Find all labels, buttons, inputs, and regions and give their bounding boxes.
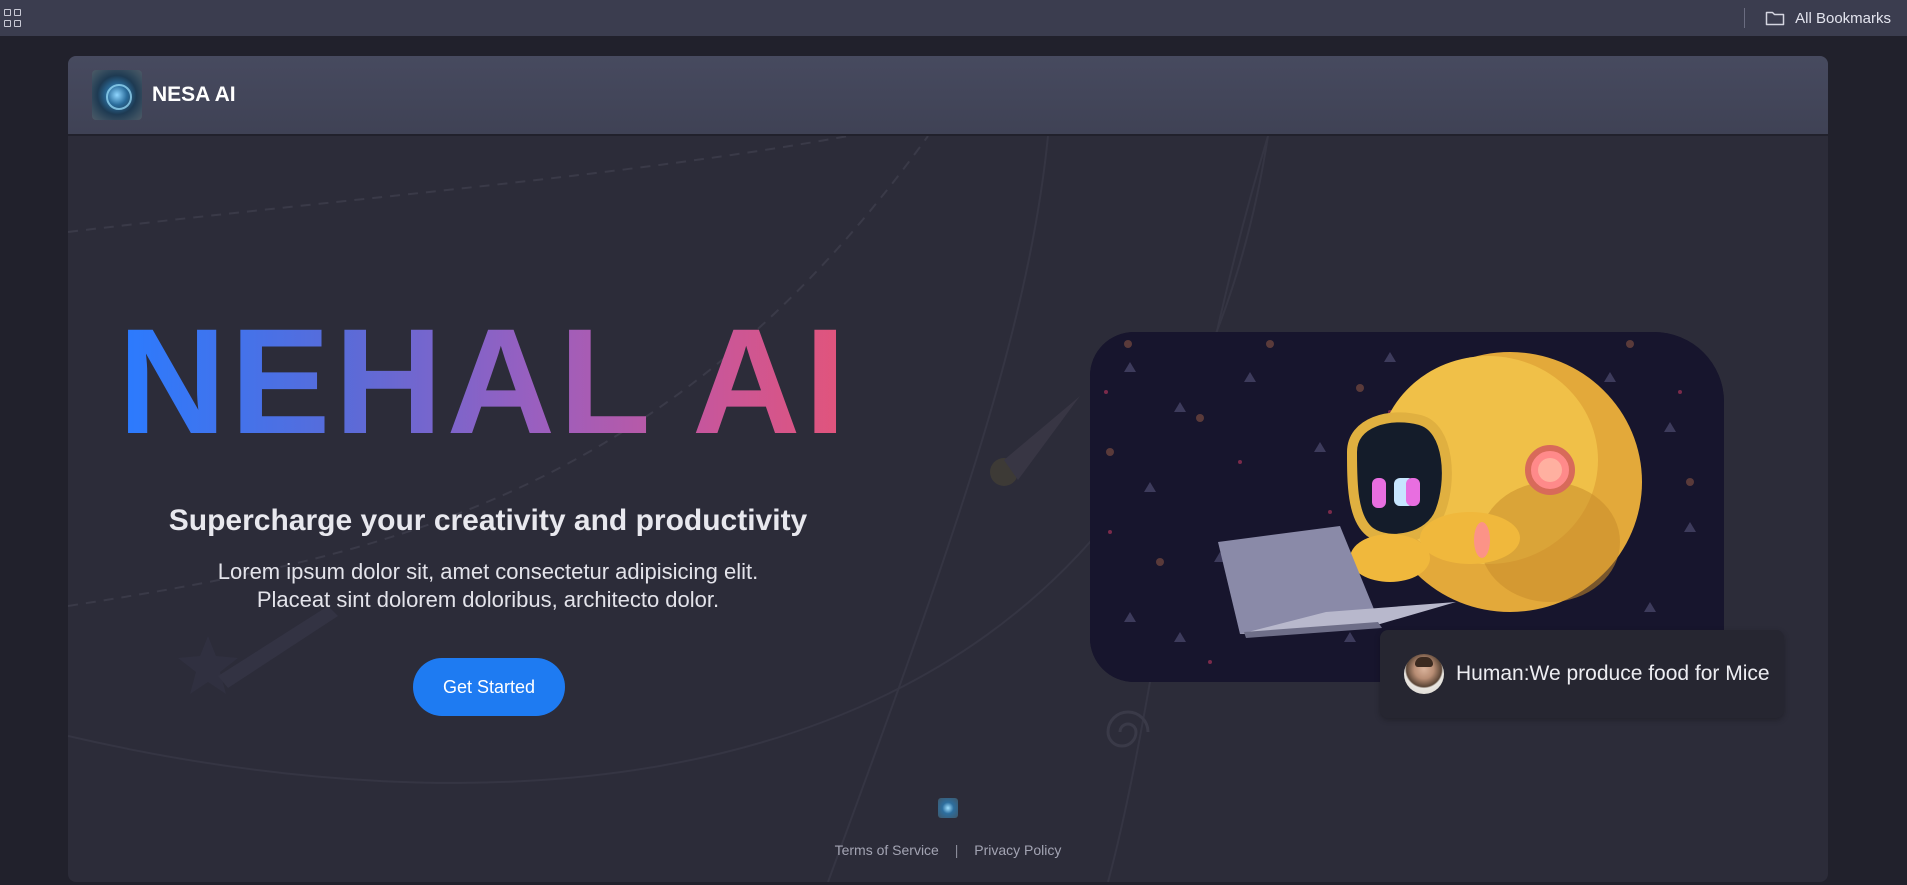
chat-message-text: Human:We produce food for Mice (1456, 662, 1770, 685)
folder-icon (1765, 11, 1785, 26)
bookmarks-bar: All Bookmarks (0, 0, 1907, 36)
footer-separator: | (954, 842, 959, 858)
get-started-button[interactable]: Get Started (413, 658, 565, 716)
brand-name[interactable]: NESA AI (152, 83, 236, 107)
user-avatar (1404, 654, 1444, 694)
all-bookmarks-label: All Bookmarks (1795, 9, 1891, 27)
footer-links: Terms of Service | Privacy Policy (68, 842, 1828, 858)
hero-subtitle: Supercharge your creativity and producti… (168, 504, 808, 537)
footer-logo-icon (938, 798, 958, 818)
bookmarks-divider (1744, 8, 1746, 28)
site-header: NESA AI (68, 56, 1828, 134)
chat-message-card: Human:We produce food for Mice (1380, 630, 1784, 718)
hero-title: NEHAL AI (118, 306, 878, 456)
hero-description: Lorem ipsum dolor sit, amet consectetur … (217, 559, 759, 612)
hero-section: NEHAL AI Supercharge your creativity and… (68, 136, 1828, 882)
nesa-logo-icon[interactable] (92, 70, 142, 120)
privacy-policy-link[interactable]: Privacy Policy (974, 842, 1061, 858)
apps-grid-icon[interactable] (4, 9, 22, 27)
terms-of-service-link[interactable]: Terms of Service (835, 842, 939, 858)
all-bookmarks-button[interactable]: All Bookmarks (1744, 8, 1891, 28)
